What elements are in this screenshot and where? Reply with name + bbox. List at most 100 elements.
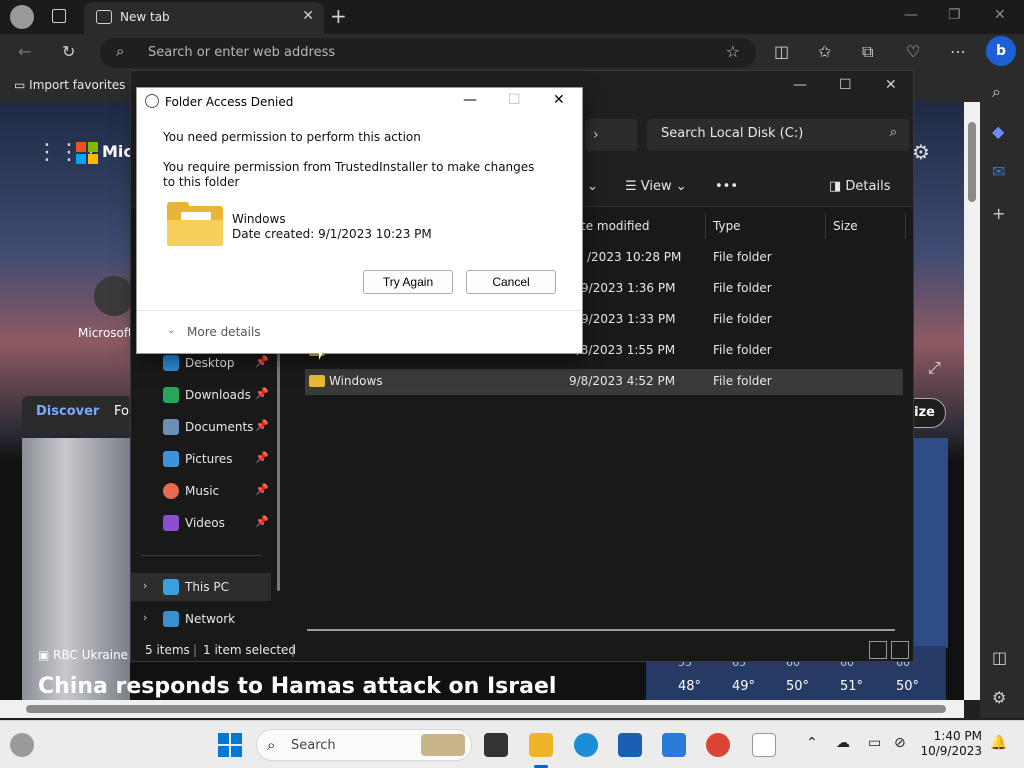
file-row-selected[interactable]: Windows 9/8/2023 4:52 PM File folder bbox=[305, 369, 903, 395]
column-divider[interactable] bbox=[825, 213, 826, 239]
try-again-button[interactable]: Try Again bbox=[363, 270, 453, 294]
cancel-button[interactable]: Cancel bbox=[466, 270, 556, 294]
sidebar-hide-icon[interactable]: ◫ bbox=[992, 648, 1007, 667]
expand-icon[interactable]: ⤢ bbox=[928, 358, 941, 378]
bing-copilot-icon[interactable]: b bbox=[986, 36, 1016, 66]
sidebar-outlook-icon[interactable]: ✉ bbox=[992, 162, 1005, 181]
news-source: ▣ RBC Ukraine bbox=[38, 648, 129, 662]
sort-chevron-icon[interactable]: ⌄ bbox=[587, 179, 598, 194]
dialog-close-icon[interactable]: ✕ bbox=[553, 92, 565, 108]
close-tab-icon[interactable]: ✕ bbox=[302, 8, 314, 24]
tab-new-tab[interactable]: New tab ✕ bbox=[84, 2, 324, 34]
large-icons-view-icon[interactable] bbox=[891, 641, 909, 659]
mail-taskbar-icon[interactable] bbox=[662, 733, 686, 757]
nav-item-network[interactable]: › Network bbox=[131, 605, 271, 633]
nav-item-documents[interactable]: Documents 📌 bbox=[131, 413, 271, 441]
tray-overflow-icon[interactable]: ⌃ bbox=[806, 735, 818, 751]
explorer-minimize-icon[interactable]: — bbox=[793, 77, 807, 93]
details-view-icon[interactable] bbox=[869, 641, 887, 659]
back-arrow-icon[interactable]: ← bbox=[18, 42, 31, 61]
sidebar-copilot-icon[interactable]: ◆ bbox=[992, 122, 1004, 141]
tab-actions-icon[interactable] bbox=[52, 9, 66, 23]
display-icon[interactable]: ▭ bbox=[868, 735, 881, 751]
pin-icon[interactable]: 📌 bbox=[255, 483, 269, 496]
refresh-icon[interactable]: ↻ bbox=[62, 42, 75, 61]
row-type: File folder bbox=[713, 343, 772, 357]
nav-item-downloads[interactable]: Downloads 📌 bbox=[131, 381, 271, 409]
address-bar[interactable]: ⌕ Search or enter web address ☆ bbox=[100, 38, 756, 68]
scroll-thumb-h[interactable] bbox=[26, 705, 946, 713]
edge-taskbar-icon[interactable] bbox=[574, 733, 598, 757]
page-settings-gear-icon[interactable]: ⚙ bbox=[912, 140, 930, 164]
minimize-window-icon[interactable]: — bbox=[904, 7, 918, 23]
explorer-search-box[interactable]: Search Local Disk (C:) ⌕ bbox=[647, 119, 909, 151]
notepad-taskbar-icon[interactable] bbox=[752, 733, 776, 757]
pin-icon[interactable]: 📌 bbox=[255, 419, 269, 432]
browser-essentials-icon[interactable]: ♡ bbox=[906, 42, 920, 61]
task-view-icon[interactable] bbox=[484, 733, 508, 757]
sidebar-add-icon[interactable]: + bbox=[992, 204, 1005, 223]
explorer-close-icon[interactable]: ✕ bbox=[885, 77, 897, 93]
copilot-shortcut[interactable] bbox=[94, 276, 134, 316]
file-explorer-taskbar-icon[interactable] bbox=[529, 733, 553, 757]
column-divider[interactable] bbox=[705, 213, 706, 239]
sidebar-settings-icon[interactable]: ⚙ bbox=[992, 688, 1006, 707]
tab-discover[interactable]: Discover bbox=[36, 404, 99, 419]
chrome-taskbar-icon[interactable] bbox=[706, 733, 730, 757]
nav-item-music[interactable]: Music 📌 bbox=[131, 477, 271, 505]
tab-page-icon bbox=[96, 10, 112, 24]
more-commands-icon[interactable]: ••• bbox=[715, 179, 738, 194]
more-options-icon[interactable]: ⋯ bbox=[950, 42, 966, 61]
taskbar-clock[interactable]: 1:40 PM 10/9/2023 bbox=[918, 729, 982, 759]
news-headline[interactable]: China responds to Hamas attack on Israel bbox=[38, 674, 556, 699]
page-vertical-scrollbar[interactable] bbox=[964, 102, 980, 700]
nav-item-this-pc[interactable]: › This PC bbox=[131, 573, 271, 601]
explorer-maximize-icon[interactable]: ☐ bbox=[839, 77, 852, 93]
chevron-right-icon[interactable]: › bbox=[143, 611, 147, 624]
pin-icon[interactable]: 📌 bbox=[255, 387, 269, 400]
chevron-down-icon: ⌄ bbox=[167, 325, 176, 336]
pin-icon[interactable]: 📌 bbox=[255, 355, 269, 368]
column-type[interactable]: Type bbox=[713, 219, 741, 233]
import-favorites-link[interactable]: ▭ Import favorites bbox=[14, 78, 125, 92]
scroll-thumb[interactable] bbox=[968, 122, 976, 202]
pin-icon[interactable]: 📌 bbox=[255, 515, 269, 528]
content-horizontal-scrollbar[interactable] bbox=[307, 629, 895, 631]
column-divider[interactable] bbox=[905, 213, 906, 239]
favorites-icon[interactable]: ✩ bbox=[818, 42, 831, 61]
close-window-icon[interactable]: ✕ bbox=[994, 7, 1006, 23]
nav-item-pictures[interactable]: Pictures 📌 bbox=[131, 445, 271, 473]
start-button[interactable] bbox=[218, 733, 242, 757]
tab-following[interactable]: Fo bbox=[114, 404, 129, 419]
column-date-modified[interactable]: te modified bbox=[581, 219, 649, 233]
breadcrumb-chevron[interactable]: › bbox=[585, 119, 637, 151]
pin-icon[interactable]: 📌 bbox=[255, 451, 269, 464]
status-item-count: 5 items bbox=[145, 643, 190, 657]
collections-icon[interactable]: ⧉ bbox=[862, 42, 873, 62]
column-size[interactable]: Size bbox=[833, 219, 858, 233]
notification-bell-icon[interactable]: 🔔 bbox=[990, 735, 1007, 751]
view-menu[interactable]: ☰ View ⌄ bbox=[625, 179, 687, 194]
page-horizontal-scrollbar[interactable] bbox=[0, 700, 964, 718]
taskbar-search[interactable]: ⌕ Search bbox=[256, 729, 472, 761]
profile-avatar[interactable] bbox=[10, 5, 34, 29]
favorite-star-icon[interactable]: ☆ bbox=[726, 42, 740, 61]
dialog-minimize-icon[interactable]: — bbox=[463, 92, 477, 108]
network-status-icon[interactable]: ⊘ bbox=[894, 735, 906, 751]
more-details-toggle[interactable]: ⌄ More details bbox=[137, 310, 582, 353]
nav-label: Pictures bbox=[185, 452, 233, 466]
split-screen-icon[interactable]: ◫ bbox=[774, 42, 789, 61]
more-details-label: More details bbox=[187, 325, 261, 339]
details-pane-button[interactable]: ◨ Details bbox=[829, 179, 891, 194]
new-tab-plus-icon[interactable]: + bbox=[330, 4, 347, 28]
chevron-right-icon[interactable]: › bbox=[143, 579, 147, 592]
folder-access-denied-dialog: Folder Access Denied — ☐ ✕ You need perm… bbox=[136, 87, 583, 354]
clock-time: 1:40 PM bbox=[933, 729, 982, 743]
mouse-cursor bbox=[319, 342, 328, 360]
widgets-icon[interactable] bbox=[10, 733, 34, 757]
store-taskbar-icon[interactable] bbox=[618, 733, 642, 757]
nav-item-videos[interactable]: Videos 📌 bbox=[131, 509, 271, 537]
onedrive-icon[interactable]: ☁ bbox=[836, 735, 850, 751]
restore-window-icon[interactable]: ❐ bbox=[948, 7, 961, 23]
sidebar-search-icon[interactable]: ⌕ bbox=[992, 82, 1001, 102]
